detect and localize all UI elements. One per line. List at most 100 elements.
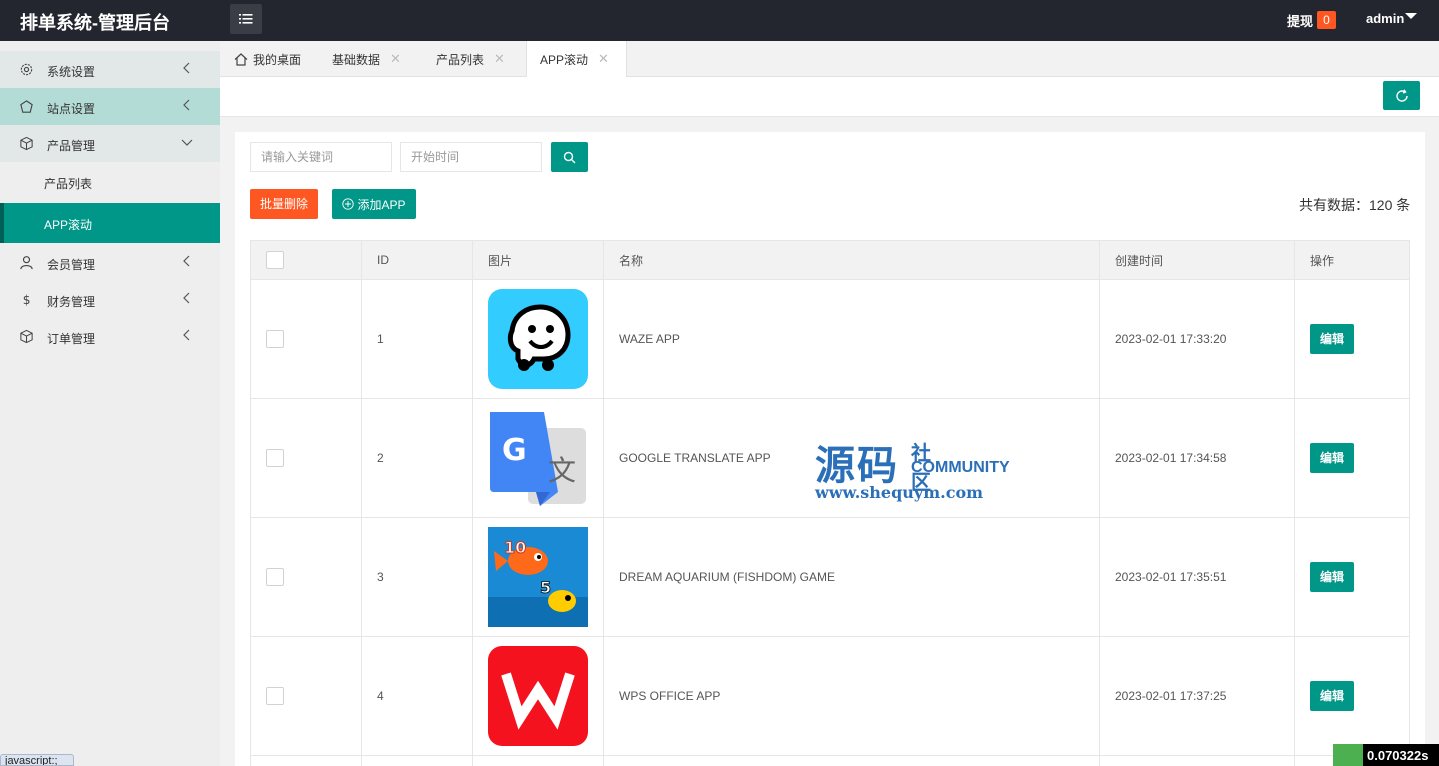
- sidebar-subitem-product-list[interactable]: 产品列表: [0, 162, 220, 202]
- tab-app-scroll[interactable]: APP滚动 ✕: [526, 41, 627, 77]
- tab-bar: 我的桌面 基础数据 ✕ 产品列表 ✕ APP滚动 ✕: [220, 41, 1439, 77]
- sidebar-item-product-management[interactable]: 产品管理: [0, 125, 220, 162]
- row-action-cell: 编辑: [1295, 637, 1409, 755]
- close-icon[interactable]: ✕: [598, 51, 609, 67]
- row-checkbox[interactable]: [266, 568, 284, 586]
- top-header: 排单系统-管理后台 提现 0 admin: [0, 0, 1439, 41]
- table-header: ID 图片 名称 创建时间 操作: [250, 240, 1410, 280]
- list-icon: [239, 14, 253, 24]
- tab-label: 我的桌面: [253, 52, 302, 67]
- watermark-url: www.shequym.com: [815, 483, 984, 502]
- row-image-cell: 10 5: [473, 518, 604, 636]
- cube-icon: [20, 136, 33, 151]
- row-created-cell: [1100, 756, 1295, 766]
- tab-label: APP滚动: [540, 52, 589, 67]
- home-icon: [234, 52, 248, 66]
- sidebar-item-label: 会员管理: [47, 258, 96, 272]
- tab-label: 基础数据: [332, 52, 381, 67]
- page-toolbar: [220, 77, 1439, 117]
- sidebar-subitem-app-scroll[interactable]: APP滚动: [0, 203, 220, 243]
- row-name-cell: [604, 756, 1100, 766]
- row-id: 2: [362, 399, 473, 517]
- gear-icon: [20, 63, 33, 76]
- column-header: ID: [362, 241, 473, 279]
- dollar-icon: $: [23, 293, 31, 307]
- table-row: 1 WAZE APP 2023-02-01 17:33:20 编辑: [250, 280, 1410, 399]
- row-checkbox-cell: [251, 399, 362, 517]
- chevron-left-icon: [183, 62, 190, 74]
- sidebar-item-label: 系统设置: [47, 65, 96, 79]
- column-header: 创建时间: [1100, 241, 1295, 279]
- chevron-down-icon[interactable]: [1405, 13, 1417, 19]
- row-action-cell: 编辑: [1295, 399, 1409, 517]
- sidebar-item-label: 站点设置: [47, 102, 96, 116]
- search-button[interactable]: [551, 142, 588, 172]
- row-created: 2023-02-01 17:33:20: [1100, 280, 1295, 398]
- select-all-checkbox[interactable]: [266, 251, 284, 269]
- sidebar-item-label: 产品管理: [47, 139, 96, 153]
- row-id: 3: [362, 518, 473, 636]
- edit-button[interactable]: 编辑: [1310, 681, 1354, 711]
- start-time-input[interactable]: 开始时间: [400, 142, 542, 172]
- sidebar-item-label: APP滚动: [44, 218, 93, 232]
- table-row: [250, 756, 1410, 766]
- tab-basic-data[interactable]: 基础数据 ✕: [332, 41, 401, 77]
- row-id: 4: [362, 637, 473, 755]
- total-count: 共有数据：120 条: [1299, 197, 1411, 213]
- keyword-input[interactable]: 请输入关键词: [250, 142, 392, 172]
- chevron-left-icon: [183, 329, 190, 341]
- sidebar-item-label: 订单管理: [47, 332, 96, 346]
- row-image-cell: [473, 637, 604, 755]
- column-header: 操作: [1310, 253, 1335, 268]
- debug-logo-icon: [1333, 744, 1363, 766]
- svg-text:$: $: [23, 293, 31, 307]
- edit-button[interactable]: 编辑: [1310, 443, 1354, 473]
- row-name: DREAM AQUARIUM (FISHDOM) GAME: [604, 518, 1100, 636]
- sidebar-item-member-management[interactable]: 会员管理: [0, 244, 220, 281]
- sidebar-item-system-settings[interactable]: 系统设置: [0, 51, 220, 88]
- chevron-down-icon: [181, 139, 193, 146]
- row-id: 1: [362, 280, 473, 398]
- row-checkbox[interactable]: [266, 330, 284, 348]
- sidebar-item-site-settings[interactable]: 站点设置: [0, 88, 220, 125]
- table-row: 4 WPS OFFICE APP 2023-02-01 17:37:25 编辑: [250, 637, 1410, 756]
- close-icon[interactable]: ✕: [494, 51, 505, 67]
- row-action-cell: 编辑: [1295, 280, 1409, 398]
- tab-home[interactable]: 我的桌面: [234, 41, 301, 77]
- withdraw-link[interactable]: 提现: [1287, 11, 1313, 30]
- header-checkbox-cell: [251, 241, 362, 279]
- row-action-cell: 编辑: [1295, 518, 1409, 636]
- tab-product-list[interactable]: 产品列表 ✕: [436, 41, 505, 77]
- edit-button[interactable]: 编辑: [1310, 562, 1354, 592]
- batch-delete-button[interactable]: 批量删除: [250, 189, 318, 219]
- close-icon[interactable]: ✕: [390, 51, 401, 67]
- svg-text:5: 5: [540, 578, 551, 597]
- row-id-cell: [362, 756, 473, 766]
- search-icon: [563, 151, 576, 163]
- row-image-cell: [473, 756, 604, 766]
- row-checkbox[interactable]: [266, 449, 284, 467]
- add-app-button[interactable]: 添加APP: [332, 189, 416, 219]
- sidebar-item-finance-management[interactable]: $ 财务管理: [0, 281, 220, 318]
- sidebar: 系统设置 站点设置 产品管理 产品列表 APP滚动 会员管理 $ 财务管理 订单…: [0, 41, 220, 766]
- row-name: WPS OFFICE APP: [604, 637, 1100, 755]
- user-menu[interactable]: admin: [1366, 11, 1404, 26]
- refresh-button[interactable]: [1383, 81, 1420, 110]
- sidebar-item-order-management[interactable]: 订单管理: [0, 318, 220, 355]
- google-translate-icon: G文: [488, 408, 588, 508]
- menu-toggle-button[interactable]: [230, 4, 262, 34]
- edit-button[interactable]: 编辑: [1310, 324, 1354, 354]
- waze-icon: [488, 289, 588, 389]
- row-created: 2023-02-01 17:37:25: [1100, 637, 1295, 755]
- user-icon: [20, 256, 33, 270]
- row-checkbox[interactable]: [266, 687, 284, 705]
- debug-timer: 0.070322s: [1333, 744, 1439, 766]
- svg-text:G: G: [502, 433, 527, 468]
- row-image-cell: [473, 280, 604, 398]
- app-title: 排单系统-管理后台: [20, 13, 170, 33]
- watermark: 源码 社区 COMMUNITY www.shequym.com: [815, 433, 1010, 502]
- timer-value: 0.070322s: [1367, 747, 1429, 763]
- withdraw-badge: 0: [1317, 11, 1336, 29]
- tab-label: 产品列表: [436, 52, 485, 67]
- cube-icon: [20, 329, 33, 344]
